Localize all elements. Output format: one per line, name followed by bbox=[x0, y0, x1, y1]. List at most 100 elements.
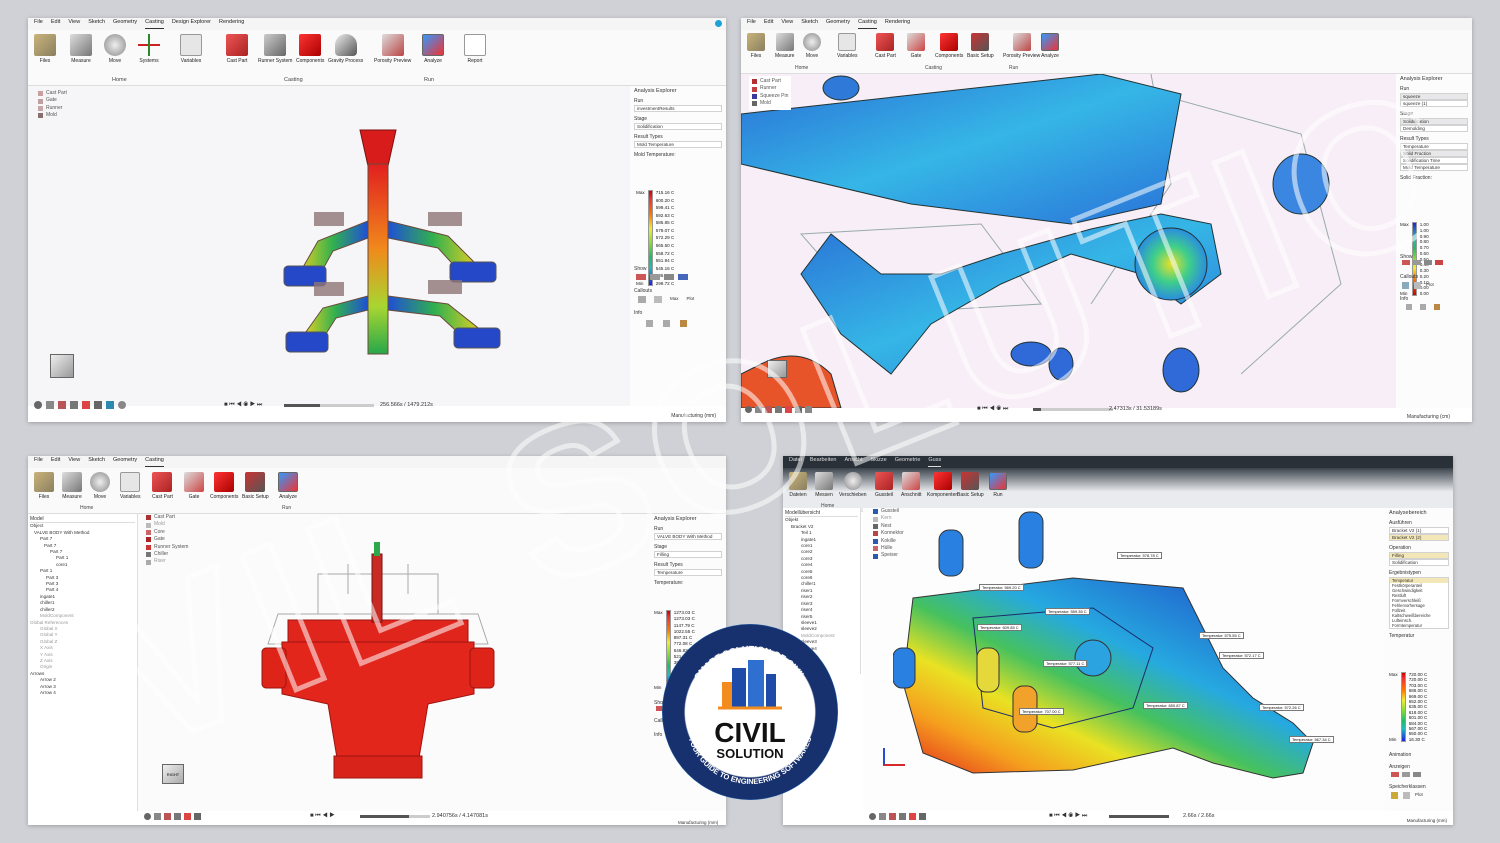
variables-button[interactable]: Variables bbox=[837, 33, 857, 59]
measure-button[interactable]: Measure bbox=[62, 472, 82, 500]
report-button[interactable]: Report bbox=[464, 34, 486, 64]
move-button[interactable]: Move bbox=[90, 472, 110, 500]
run-item-2[interactable]: squeeze (1) bbox=[1400, 100, 1468, 107]
material-mold[interactable]: Mold bbox=[146, 521, 188, 528]
result-type-1[interactable]: Temperature bbox=[1400, 143, 1468, 150]
menu-bearbeiten[interactable]: Bearbeiten bbox=[810, 457, 837, 467]
material-cast-part[interactable]: Cast Part bbox=[752, 78, 788, 85]
material-runner-system[interactable]: Runner System bbox=[146, 544, 188, 551]
timeline-slider[interactable] bbox=[360, 814, 430, 818]
group-run[interactable]: Run bbox=[282, 505, 291, 511]
basic-setup-button[interactable]: Basic Setup bbox=[242, 472, 269, 500]
menu-file[interactable]: File bbox=[34, 19, 43, 29]
stage-item-1[interactable]: Filling bbox=[1389, 552, 1449, 559]
messen-button[interactable]: Messen bbox=[815, 472, 833, 498]
cast-part-button[interactable]: Cast Part bbox=[152, 472, 173, 500]
menu-casting[interactable]: Casting bbox=[145, 457, 164, 467]
units-label[interactable]: Manufacturing (cm) bbox=[1407, 414, 1450, 420]
view-cube[interactable] bbox=[767, 360, 787, 378]
play-controls[interactable]: ■ ⏮ ◀ ◉ ⏭ bbox=[977, 406, 1008, 413]
view-tools[interactable] bbox=[745, 405, 812, 413]
result-type-2[interactable]: Solid Fraction bbox=[1400, 150, 1468, 157]
result-type-4[interactable]: Mold Temperature bbox=[1400, 164, 1468, 171]
measure-button[interactable]: Measure bbox=[775, 33, 794, 59]
menu-design-explorer[interactable]: Design Explorer bbox=[172, 19, 211, 29]
stage-select[interactable]: Filling bbox=[654, 551, 722, 558]
run-select[interactable]: investmentResults bbox=[634, 105, 722, 112]
systems-button[interactable]: Systems bbox=[138, 34, 160, 64]
menu-geometrie[interactable]: Geometrie bbox=[895, 457, 921, 467]
basic-setup-button[interactable]: Basic Setup bbox=[957, 472, 984, 498]
gate-button[interactable]: Gate bbox=[907, 33, 925, 59]
menu-view[interactable]: View bbox=[68, 457, 80, 467]
stage-item-2[interactable]: Solidification bbox=[1389, 559, 1449, 566]
material-chiller[interactable]: Chiller bbox=[146, 551, 188, 558]
timeline-slider[interactable] bbox=[1033, 407, 1113, 411]
menu-sketch[interactable]: Sketch bbox=[88, 19, 105, 29]
result-type-select[interactable]: Temperature bbox=[654, 569, 722, 576]
run-item-2[interactable]: Bracket V2 (2) bbox=[1389, 534, 1449, 541]
menu-guss[interactable]: Guss bbox=[928, 457, 942, 467]
basic-setup-button[interactable]: Basic Setup bbox=[967, 33, 994, 59]
viewport-3d[interactable]: Cast Part Gate Runner Mold bbox=[28, 86, 726, 406]
menu-geometry[interactable]: Geometry bbox=[826, 19, 850, 29]
menu-geometry[interactable]: Geometry bbox=[113, 19, 137, 29]
stage-item-2[interactable]: Demolding bbox=[1400, 125, 1468, 132]
analyze-button[interactable]: Analyze bbox=[1041, 33, 1059, 59]
play-controls[interactable]: ■ ⏮ ◀ ◉ ▶ ⏭ bbox=[224, 402, 262, 409]
material-gate[interactable]: Gate bbox=[146, 536, 188, 543]
material-squeeze-pin[interactable]: Squeeze Pin bbox=[752, 93, 788, 100]
components-button[interactable]: Components bbox=[210, 472, 238, 500]
anschnitt-button[interactable]: Anschnitt bbox=[901, 472, 922, 498]
view-cube[interactable]: RIGHT bbox=[162, 764, 184, 784]
units-label[interactable]: Manufacturing (mm) bbox=[671, 413, 716, 419]
verschieben-button[interactable]: Verschieben bbox=[839, 472, 867, 498]
menu-view[interactable]: View bbox=[68, 19, 80, 29]
result-type-item[interactable]: Formtemperatur bbox=[1390, 623, 1448, 628]
callout-tools[interactable]: Max Plot bbox=[638, 296, 694, 303]
menu-sketch[interactable]: Sketch bbox=[801, 19, 818, 29]
show-icons[interactable] bbox=[1391, 772, 1421, 777]
material-core[interactable]: Core bbox=[146, 529, 188, 536]
files-button[interactable]: Files bbox=[34, 34, 56, 64]
menu-file[interactable]: File bbox=[747, 19, 756, 29]
menu-edit[interactable]: Edit bbox=[764, 19, 773, 29]
runner-system-button[interactable]: Runner System bbox=[258, 34, 292, 64]
variables-button[interactable]: Variables bbox=[120, 472, 140, 500]
run-button[interactable]: Run bbox=[989, 472, 1007, 498]
tree-item[interactable]: Arrow 4 bbox=[30, 690, 135, 696]
view-tools[interactable] bbox=[869, 812, 926, 820]
material-mold[interactable]: Mold bbox=[752, 100, 788, 107]
files-button[interactable]: Files bbox=[747, 33, 765, 59]
timeline-slider[interactable] bbox=[1109, 814, 1169, 818]
menu-file[interactable]: File bbox=[34, 457, 43, 467]
play-controls[interactable]: ■ ⏮ ◀ ▶ bbox=[310, 813, 335, 820]
menu-geometry[interactable]: Geometry bbox=[113, 457, 137, 467]
result-type-3[interactable]: Solidification Time bbox=[1400, 157, 1468, 164]
view-tools[interactable] bbox=[34, 401, 126, 409]
play-controls[interactable]: ■ ⏮ ◀ ◉ ▶ ⏭ bbox=[1049, 813, 1087, 820]
show-icons[interactable] bbox=[1402, 260, 1443, 265]
menu-view[interactable]: View bbox=[781, 19, 793, 29]
timeline-slider[interactable] bbox=[284, 403, 374, 407]
menu-rendering[interactable]: Rendering bbox=[219, 19, 244, 29]
gravity-process-button[interactable]: Gravity Process bbox=[328, 34, 363, 64]
gate-button[interactable]: Gate bbox=[184, 472, 204, 500]
menu-rendering[interactable]: Rendering bbox=[885, 19, 910, 29]
measure-button[interactable]: Measure bbox=[70, 34, 92, 64]
callout-tools[interactable]: Plot bbox=[1402, 282, 1434, 289]
analyze-button[interactable]: Analyze bbox=[422, 34, 444, 64]
analyze-button[interactable]: Analyze bbox=[278, 472, 298, 500]
info-icons[interactable] bbox=[646, 320, 687, 327]
menu-edit[interactable]: Edit bbox=[51, 19, 60, 29]
material-runner[interactable]: Runner bbox=[752, 85, 788, 92]
move-button[interactable]: Move bbox=[104, 34, 126, 64]
cast-part-button[interactable]: Cast Part bbox=[226, 34, 248, 64]
viewport-3d[interactable]: Cast Part Runner Squeeze Pin Mold bbox=[741, 74, 1472, 408]
menu-edit[interactable]: Edit bbox=[51, 457, 60, 467]
menu-casting[interactable]: Casting bbox=[145, 19, 164, 29]
variables-button[interactable]: Variables bbox=[180, 34, 202, 64]
group-run[interactable]: Run bbox=[424, 77, 434, 83]
callout-tools[interactable]: Plot bbox=[1391, 792, 1423, 799]
run-item-1[interactable]: squeeze bbox=[1400, 93, 1468, 100]
